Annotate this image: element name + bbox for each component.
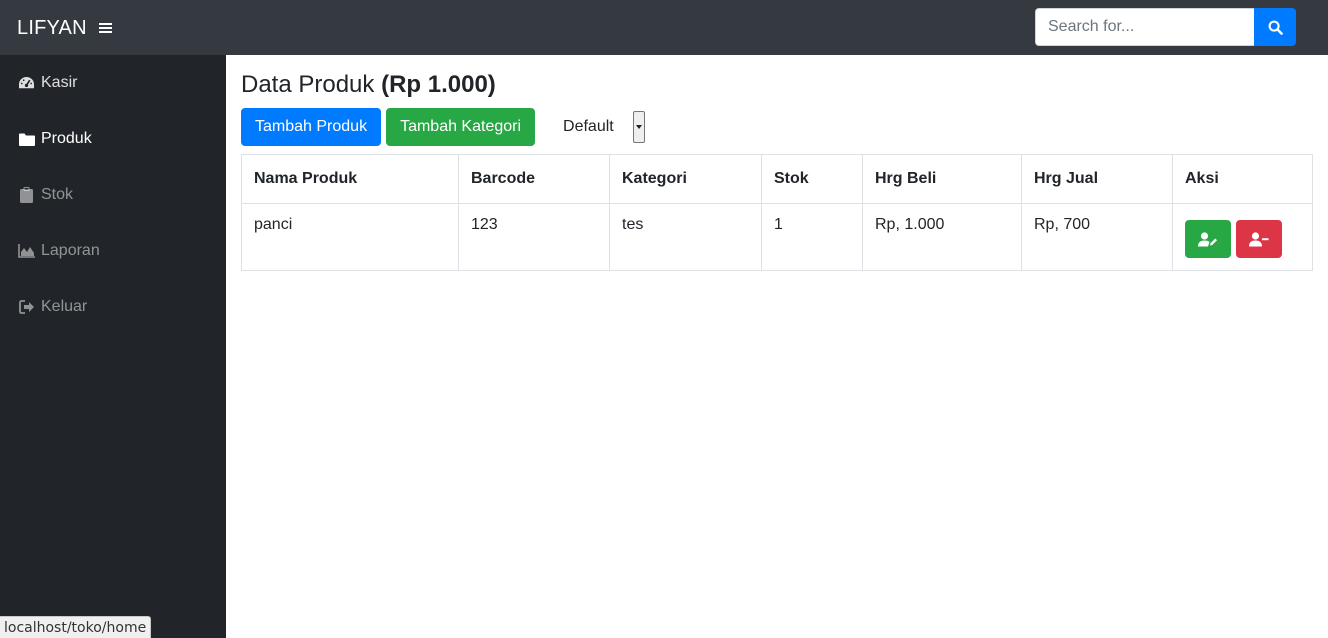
sidebar-item-label: Laporan: [41, 242, 100, 259]
area-chart-icon: [18, 243, 35, 259]
chevron-down-icon[interactable]: [632, 111, 645, 143]
sidebar-item-label: Produk: [41, 130, 92, 147]
search-icon: [1268, 20, 1283, 35]
product-table: Nama Produk Barcode Kategori Stok Hrg Be…: [241, 154, 1313, 271]
cell-nama: panci: [241, 203, 459, 271]
table-header-row: Nama Produk Barcode Kategori Stok Hrg Be…: [241, 154, 1313, 204]
sidebar-item-laporan[interactable]: Laporan: [0, 223, 226, 279]
column-header: Stok: [761, 154, 863, 204]
delete-product-button[interactable]: [1236, 220, 1282, 258]
column-header: Nama Produk: [241, 154, 459, 204]
search-input[interactable]: [1035, 8, 1254, 46]
column-header: Hrg Jual: [1021, 154, 1173, 204]
page-title-total: (Rp 1.000): [381, 71, 496, 98]
search-button[interactable]: [1254, 8, 1296, 46]
cell-stok: 1: [761, 203, 863, 271]
toolbar: Tambah Produk Tambah Kategori Default: [241, 108, 1313, 146]
user-edit-icon: [1198, 231, 1217, 246]
folder-icon: [18, 131, 35, 147]
cell-hrg-beli: Rp, 1.000: [862, 203, 1022, 271]
sidebar-item-kasir[interactable]: Kasir: [0, 55, 226, 111]
column-header: Barcode: [458, 154, 610, 204]
menu-toggle-icon[interactable]: [98, 22, 113, 34]
sidebar-item-keluar[interactable]: Keluar: [0, 279, 226, 335]
sidebar-item-label: Stok: [41, 186, 74, 203]
cell-kategori: tes: [609, 203, 762, 271]
clipboard-icon: [18, 187, 35, 203]
table-row: panci 123 tes 1 Rp, 1.000 Rp, 700: [241, 203, 1313, 271]
add-product-button[interactable]: Tambah Produk: [241, 108, 382, 146]
page-title-text: Data Produk: [241, 71, 375, 98]
top-navbar: LIFYAN: [0, 0, 1328, 55]
sign-out-icon: [18, 299, 35, 315]
column-header: Hrg Beli: [862, 154, 1022, 204]
sidebar-item-label: Keluar: [41, 298, 88, 315]
main-content: Data Produk (Rp 1.000) Tambah Produk Tam…: [241, 55, 1313, 271]
brand-logo[interactable]: LIFYAN: [17, 18, 87, 38]
sidebar-item-stok[interactable]: Stok: [0, 167, 226, 223]
page-title: Data Produk (Rp 1.000): [241, 72, 1313, 98]
edit-product-button[interactable]: [1185, 220, 1231, 258]
cell-hrg-jual: Rp, 700: [1021, 203, 1173, 271]
search-form: [1035, 8, 1296, 46]
category-filter-value: Default: [563, 118, 614, 135]
sidebar-item-label: Kasir: [41, 74, 78, 91]
category-filter-select[interactable]: Default: [550, 108, 645, 146]
sidebar-item-produk[interactable]: Produk: [0, 111, 226, 167]
user-minus-icon: [1249, 231, 1269, 246]
add-category-button[interactable]: Tambah Kategori: [386, 108, 536, 146]
sidebar: Kasir Produk Stok Laporan Keluar: [0, 55, 226, 638]
column-header: Aksi: [1172, 154, 1313, 204]
cell-aksi: [1172, 203, 1313, 271]
cell-barcode: 123: [458, 203, 610, 271]
tachometer-icon: [18, 75, 35, 91]
browser-status-url: localhost/toko/home: [0, 616, 152, 638]
column-header: Kategori: [609, 154, 762, 204]
